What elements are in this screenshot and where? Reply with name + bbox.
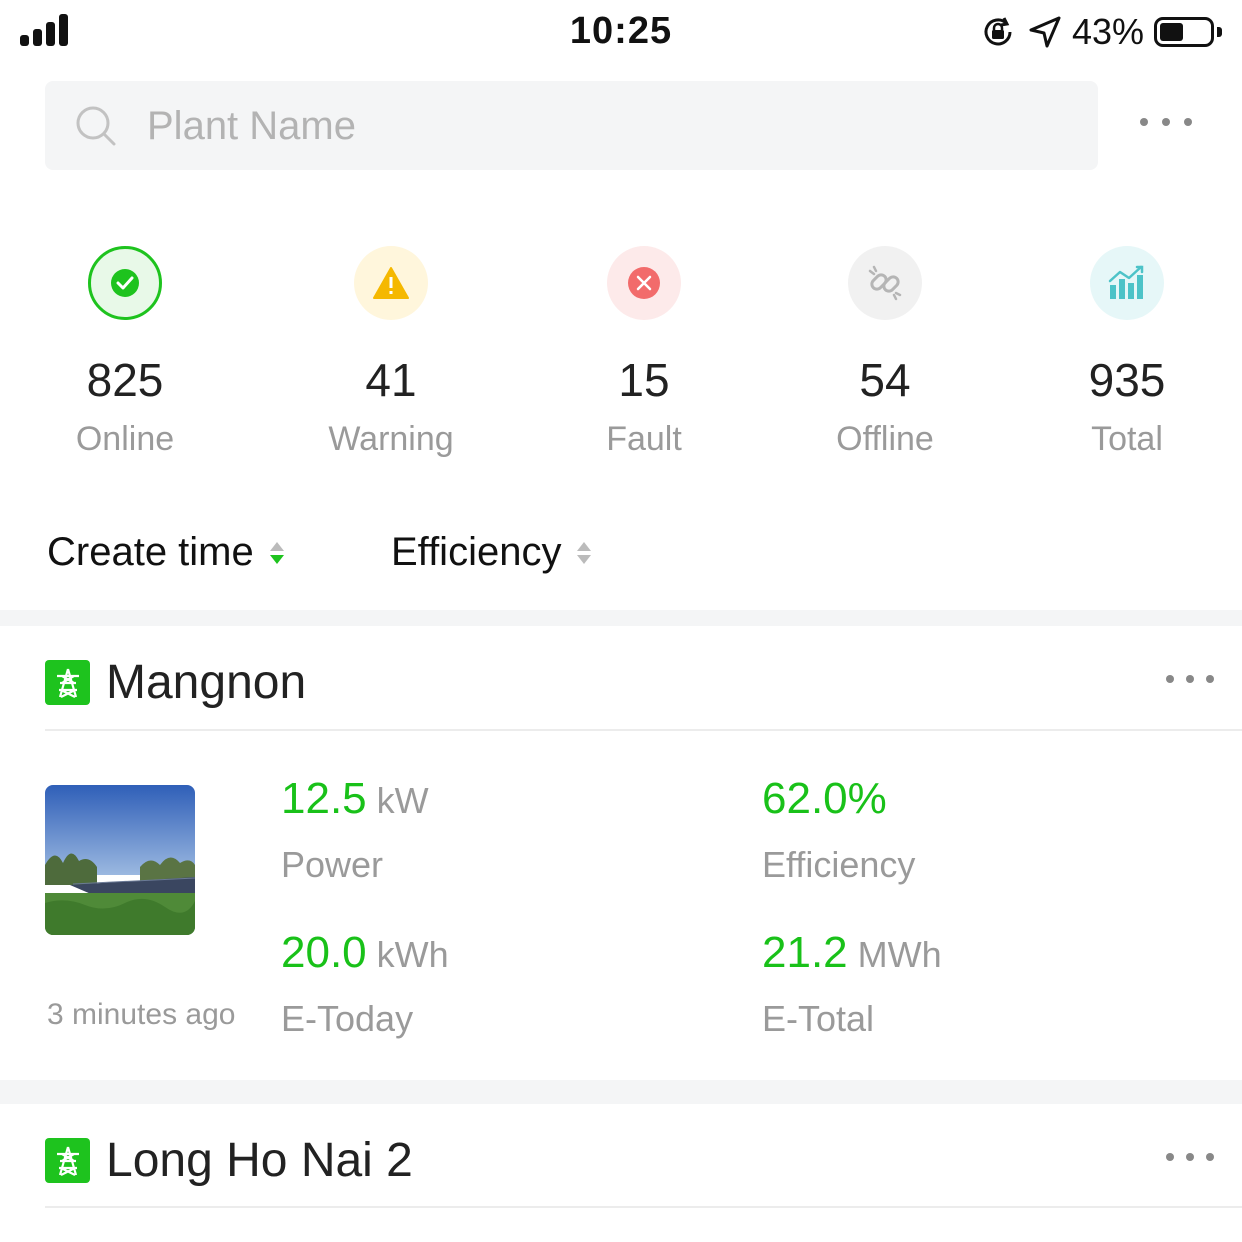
sort-efficiency-label: Efficiency	[391, 530, 562, 574]
sort-arrows-icon	[269, 541, 284, 564]
card-divider	[45, 1206, 1242, 1208]
plant-card-header[interactable]: Long Ho Nai 2	[45, 1133, 413, 1188]
e-today-metric: 20.0 kWh	[281, 928, 449, 978]
stat-fault[interactable]: 15 Fault	[544, 246, 744, 459]
total-label: Total	[1091, 420, 1163, 458]
online-count: 825	[86, 354, 164, 406]
last-updated: 3 minutes ago	[47, 998, 236, 1031]
plant-name: Mangnon	[106, 656, 307, 709]
stat-offline[interactable]: 54 Offline	[785, 246, 985, 459]
sort-create-time-label: Create time	[47, 530, 254, 574]
e-total-metric: 21.2 MWh	[762, 928, 942, 978]
fault-label: Fault	[606, 420, 682, 458]
battery-cap	[1217, 27, 1222, 37]
plant-thumbnail[interactable]	[45, 785, 195, 935]
e-total-unit: MWh	[857, 934, 942, 975]
fault-count: 15	[618, 354, 670, 406]
orientation-lock-icon	[984, 17, 1012, 46]
total-chart-icon	[1090, 246, 1164, 320]
e-today-value: 20.0	[281, 928, 367, 977]
plant-more-button[interactable]	[1166, 675, 1214, 683]
sort-arrows-icon	[577, 541, 592, 564]
dot-icon	[1166, 1153, 1174, 1161]
power-unit: kW	[376, 780, 429, 821]
dot-icon	[1186, 675, 1194, 683]
search-input[interactable]	[145, 81, 1049, 172]
dot-icon	[1184, 118, 1192, 126]
plant-name: Long Ho Nai 2	[106, 1134, 413, 1187]
stat-warning[interactable]: 41 Warning	[291, 246, 491, 459]
dot-icon	[1162, 118, 1170, 126]
dot-icon	[1206, 675, 1214, 683]
sort-create-time[interactable]: Create time	[47, 530, 284, 575]
online-label: Online	[75, 420, 175, 458]
power-value: 12.5	[281, 774, 367, 823]
offline-link-icon	[848, 246, 922, 320]
power-tower-icon	[45, 660, 90, 705]
battery-percent: 43%	[1071, 11, 1144, 52]
power-metric: 12.5 kW	[281, 774, 429, 824]
offline-count: 54	[859, 354, 911, 406]
efficiency-value: 62.0%	[762, 774, 887, 823]
e-today-label: E-Today	[281, 998, 414, 1039]
section-separator	[0, 610, 1242, 626]
warning-label: Warning	[328, 420, 454, 458]
dot-icon	[1140, 118, 1148, 126]
e-total-label: E-Total	[762, 998, 875, 1039]
power-tower-icon	[45, 1138, 90, 1183]
efficiency-metric: 62.0%	[762, 774, 887, 824]
e-today-unit: kWh	[376, 934, 449, 975]
more-options-button[interactable]	[1140, 118, 1192, 126]
plant-more-button[interactable]	[1166, 1153, 1214, 1161]
card-divider	[45, 729, 1242, 731]
location-arrow-icon	[1029, 16, 1061, 48]
sort-efficiency[interactable]: Efficiency	[391, 530, 592, 575]
stat-total[interactable]: 935 Total	[1027, 246, 1227, 459]
dot-icon	[1186, 1153, 1194, 1161]
offline-label: Offline	[836, 420, 934, 458]
warning-count: 41	[365, 354, 417, 406]
status-right: 43%	[980, 11, 1222, 52]
section-separator	[0, 1080, 1242, 1104]
power-label: Power	[281, 844, 384, 885]
efficiency-label: Efficiency	[762, 844, 916, 885]
dot-icon	[1166, 675, 1174, 683]
total-count: 935	[1088, 354, 1166, 406]
fault-icon	[607, 246, 681, 320]
dot-icon	[1206, 1153, 1214, 1161]
search-bar[interactable]	[45, 81, 1098, 172]
online-status-icon	[88, 246, 162, 320]
warning-icon	[354, 246, 428, 320]
e-total-value: 21.2	[762, 928, 848, 977]
search-icon	[76, 106, 116, 146]
battery-icon	[1154, 17, 1214, 47]
stat-online[interactable]: 825 Online	[25, 246, 225, 459]
plant-card-header[interactable]: Mangnon	[45, 655, 306, 710]
